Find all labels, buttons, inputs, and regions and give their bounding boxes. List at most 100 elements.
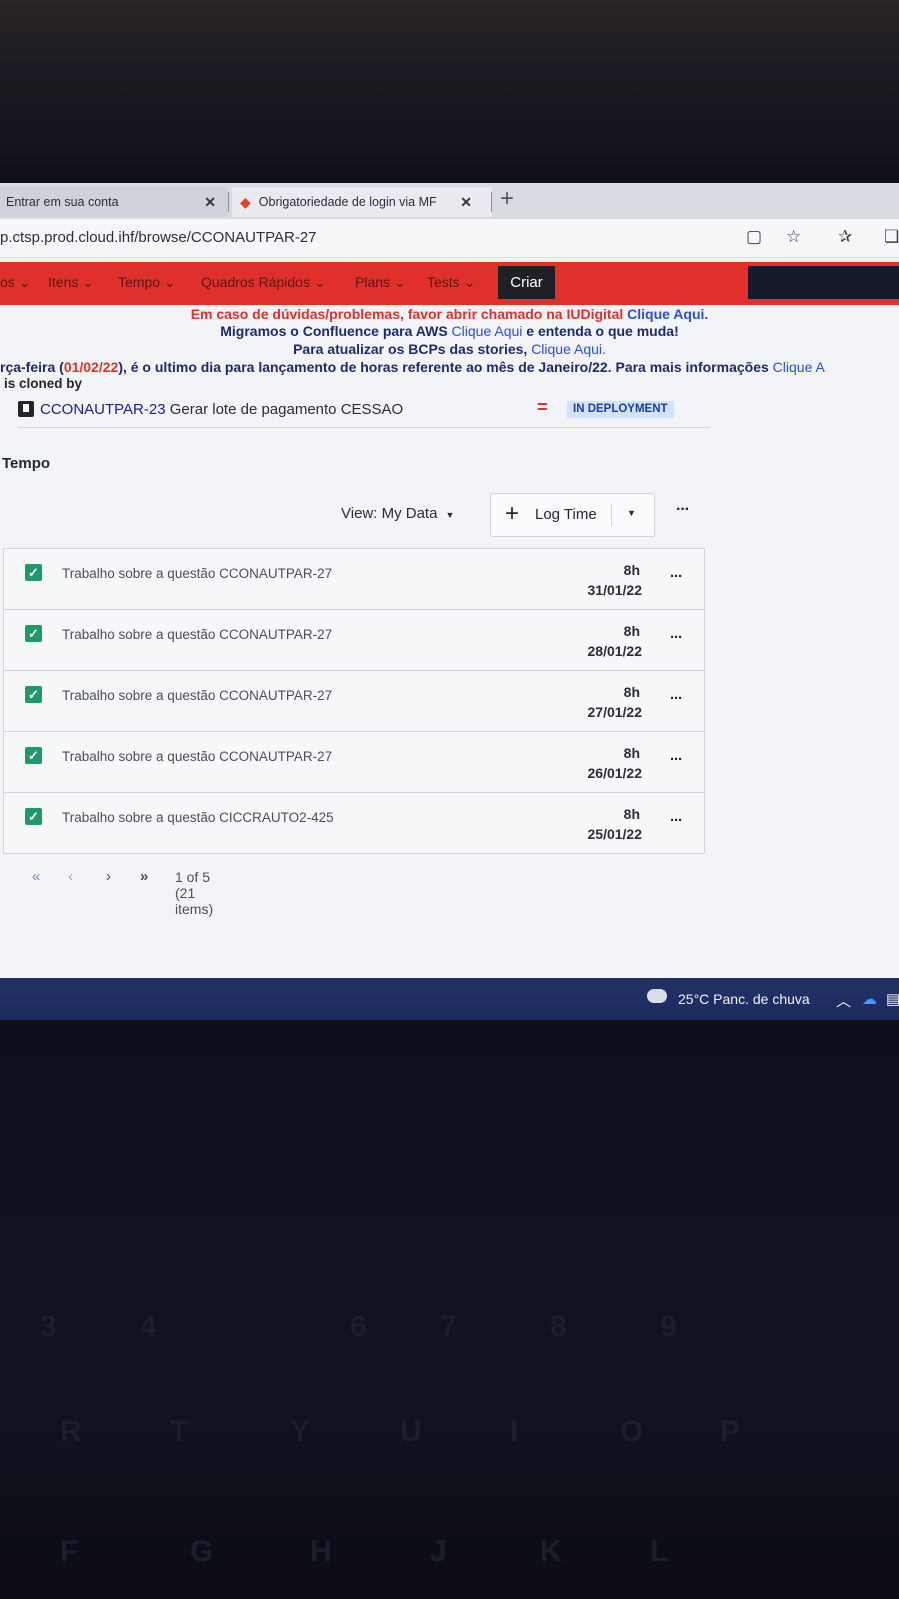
- jira-top-nav: os ⌄ Itens ⌄ Tempo ⌄ Quadros Rápidos ⌄ P…: [0, 262, 899, 305]
- weather-cloud-icon[interactable]: [644, 984, 667, 1003]
- url-text[interactable]: p.ctsp.prod.cloud.ihf/browse/CCONAUTPAR-…: [0, 229, 317, 246]
- network-icon[interactable]: ▤: [886, 990, 899, 1008]
- tab-entrar[interactable]: Entrar em sua conta ✕: [0, 187, 228, 217]
- browser-window: Entrar em sua conta ✕ ◆ Obrigatoriedade …: [0, 183, 899, 1020]
- banner-line-1: Em caso de dúvidas/problemas, favor abri…: [0, 306, 899, 322]
- nav-label: Quadros Rápidos: [201, 274, 310, 290]
- worklog-description: Trabalho sobre a questão CCONAUTPAR-27: [62, 688, 333, 703]
- worklog-description: Trabalho sobre a questão CCONAUTPAR-27: [62, 749, 333, 764]
- banner-text: Migramos o Confluence para AWS: [220, 323, 448, 339]
- view-dropdown[interactable]: View: My Data ▼: [341, 505, 454, 522]
- keyboard-key: I: [510, 1415, 519, 1448]
- banner-link[interactable]: Clique Aqui: [452, 323, 523, 339]
- gitlab-icon: ◆: [240, 193, 251, 210]
- row-more-icon[interactable]: ···: [670, 629, 683, 646]
- nav-item-tests[interactable]: Tests ⌄: [427, 274, 475, 291]
- first-page-icon[interactable]: «: [32, 868, 40, 885]
- worklog-row[interactable]: ✓ Trabalho sobre a questão CICCRAUTO2-42…: [4, 793, 704, 853]
- nav-item-quadros[interactable]: Quadros Rápidos ⌄: [201, 274, 326, 291]
- close-icon[interactable]: ✕: [204, 194, 216, 211]
- nav-item-tempo[interactable]: Tempo ⌄: [118, 274, 176, 291]
- checkbox-checked-icon[interactable]: ✓: [25, 564, 42, 581]
- checkbox-checked-icon[interactable]: ✓: [25, 625, 42, 642]
- new-tab-icon[interactable]: +: [500, 185, 514, 213]
- more-options-icon[interactable]: ···: [676, 501, 690, 519]
- favorite-add-icon[interactable]: ☆: [786, 227, 801, 247]
- keyboard-key: 6: [350, 1310, 367, 1343]
- worklog-date: 25/01/22: [587, 826, 643, 842]
- row-more-icon[interactable]: ···: [670, 812, 683, 829]
- chevron-down-icon: ⌄: [82, 274, 94, 290]
- create-button[interactable]: Criar: [498, 266, 555, 299]
- row-more-icon[interactable]: ···: [670, 568, 683, 585]
- banner-link[interactable]: Clique Aqui.: [627, 306, 708, 322]
- keyboard-key: 4: [140, 1310, 157, 1343]
- chevron-up-icon[interactable]: ︿: [836, 990, 851, 1011]
- tab-bar: Entrar em sua conta ✕ ◆ Obrigatoriedade …: [0, 183, 899, 219]
- nav-label: Itens: [48, 274, 79, 290]
- view-label: View: My Data: [341, 505, 438, 522]
- banner-text: Para atualizar os BCPs das stories,: [293, 341, 528, 357]
- banner-text: Em caso de dúvidas/problemas, favor abri…: [190, 306, 624, 322]
- prev-page-icon[interactable]: ‹: [68, 868, 73, 885]
- tab-divider: [491, 192, 492, 212]
- nav-label: os: [0, 274, 15, 290]
- banner-link[interactable]: Clique A: [773, 359, 825, 375]
- banner-date: 01/02/22: [63, 359, 119, 375]
- collections-icon[interactable]: ❏: [884, 227, 899, 247]
- plus-icon: +: [505, 500, 520, 527]
- banner-line-3: Para atualizar os BCPs das stories, Cliq…: [0, 341, 899, 357]
- keyboard-key: 9: [660, 1310, 677, 1343]
- keyboard-key: H: [310, 1535, 332, 1568]
- keyboard-key: R: [60, 1415, 82, 1448]
- worklog-description: Trabalho sobre a questão CICCRAUTO2-425: [62, 810, 334, 825]
- log-time-label: Log Time: [535, 506, 597, 523]
- checkbox-checked-icon[interactable]: ✓: [25, 747, 42, 764]
- worklog-row[interactable]: ✓ Trabalho sobre a questão CCONAUTPAR-27…: [4, 549, 704, 610]
- keyboard-key: J: [430, 1535, 447, 1568]
- keyboard-key: G: [190, 1535, 214, 1568]
- banner-text: e entenda o que muda!: [526, 323, 679, 339]
- keyboard-key: T: [170, 1415, 189, 1448]
- keyboard-area: 3 4 6 7 8 9 R T Y U I O P F G H J K L: [0, 1020, 899, 1599]
- page-count: 1 of 5 (21 items): [175, 869, 214, 917]
- nav-item-itens[interactable]: Itens ⌄: [48, 274, 94, 291]
- issue-key[interactable]: CCONAUTPAR-23: [40, 401, 166, 418]
- nav-label: Plans: [355, 274, 391, 290]
- reader-mode-icon[interactable]: ▢: [746, 227, 762, 247]
- worklog-row[interactable]: ✓ Trabalho sobre a questão CCONAUTPAR-27…: [4, 610, 704, 671]
- status-badge: IN DEPLOYMENT: [567, 401, 674, 418]
- last-page-icon[interactable]: »: [140, 868, 148, 885]
- weather-text[interactable]: 25°C Panc. de chuva: [678, 991, 810, 1007]
- row-more-icon[interactable]: ···: [670, 751, 683, 768]
- button-divider: [611, 504, 612, 526]
- banner-link[interactable]: Clique Aqui.: [531, 341, 606, 357]
- checkbox-checked-icon[interactable]: ✓: [25, 808, 42, 825]
- row-more-icon[interactable]: ···: [670, 690, 683, 707]
- tab-obrigatoriedade[interactable]: ◆ Obrigatoriedade de login via MF ✕: [232, 187, 492, 217]
- address-bar[interactable]: p.ctsp.prod.cloud.ihf/browse/CCONAUTPAR-…: [0, 219, 899, 258]
- chevron-down-icon: ⌄: [313, 274, 326, 290]
- chevron-down-icon: ⌄: [463, 274, 476, 290]
- worklog-date: 31/01/22: [587, 582, 643, 598]
- worklog-row[interactable]: ✓ Trabalho sobre a questão CCONAUTPAR-27…: [4, 671, 704, 732]
- log-time-button[interactable]: + Log Time ▼: [490, 493, 655, 537]
- close-icon[interactable]: ✕: [460, 194, 472, 211]
- nav-item-os[interactable]: os ⌄: [0, 274, 30, 291]
- issue-title[interactable]: Gerar lote de pagamento CESSAO: [170, 401, 403, 418]
- linked-issue-link[interactable]: CCONAUTPAR-23 Gerar lote de pagamento CE…: [40, 401, 403, 418]
- checkbox-checked-icon[interactable]: ✓: [25, 686, 42, 703]
- worklog-row[interactable]: ✓ Trabalho sobre a questão CCONAUTPAR-27…: [4, 732, 704, 793]
- next-page-icon[interactable]: ›: [106, 868, 111, 885]
- worklog-description: Trabalho sobre a questão CCONAUTPAR-27: [62, 566, 333, 581]
- chevron-down-icon: ⌄: [393, 274, 406, 290]
- nav-item-plans[interactable]: Plans ⌄: [355, 274, 406, 291]
- tab-divider: [228, 192, 229, 212]
- chevron-down-icon: ⌄: [18, 274, 31, 290]
- search-box[interactable]: [748, 266, 899, 299]
- onedrive-icon[interactable]: ☁: [862, 990, 877, 1008]
- caret-down-icon[interactable]: ▼: [627, 508, 636, 518]
- banner-text: rça-feira (: [0, 359, 64, 375]
- worklog-date: 27/01/22: [587, 704, 643, 720]
- favorites-icon[interactable]: ✰: [838, 227, 852, 247]
